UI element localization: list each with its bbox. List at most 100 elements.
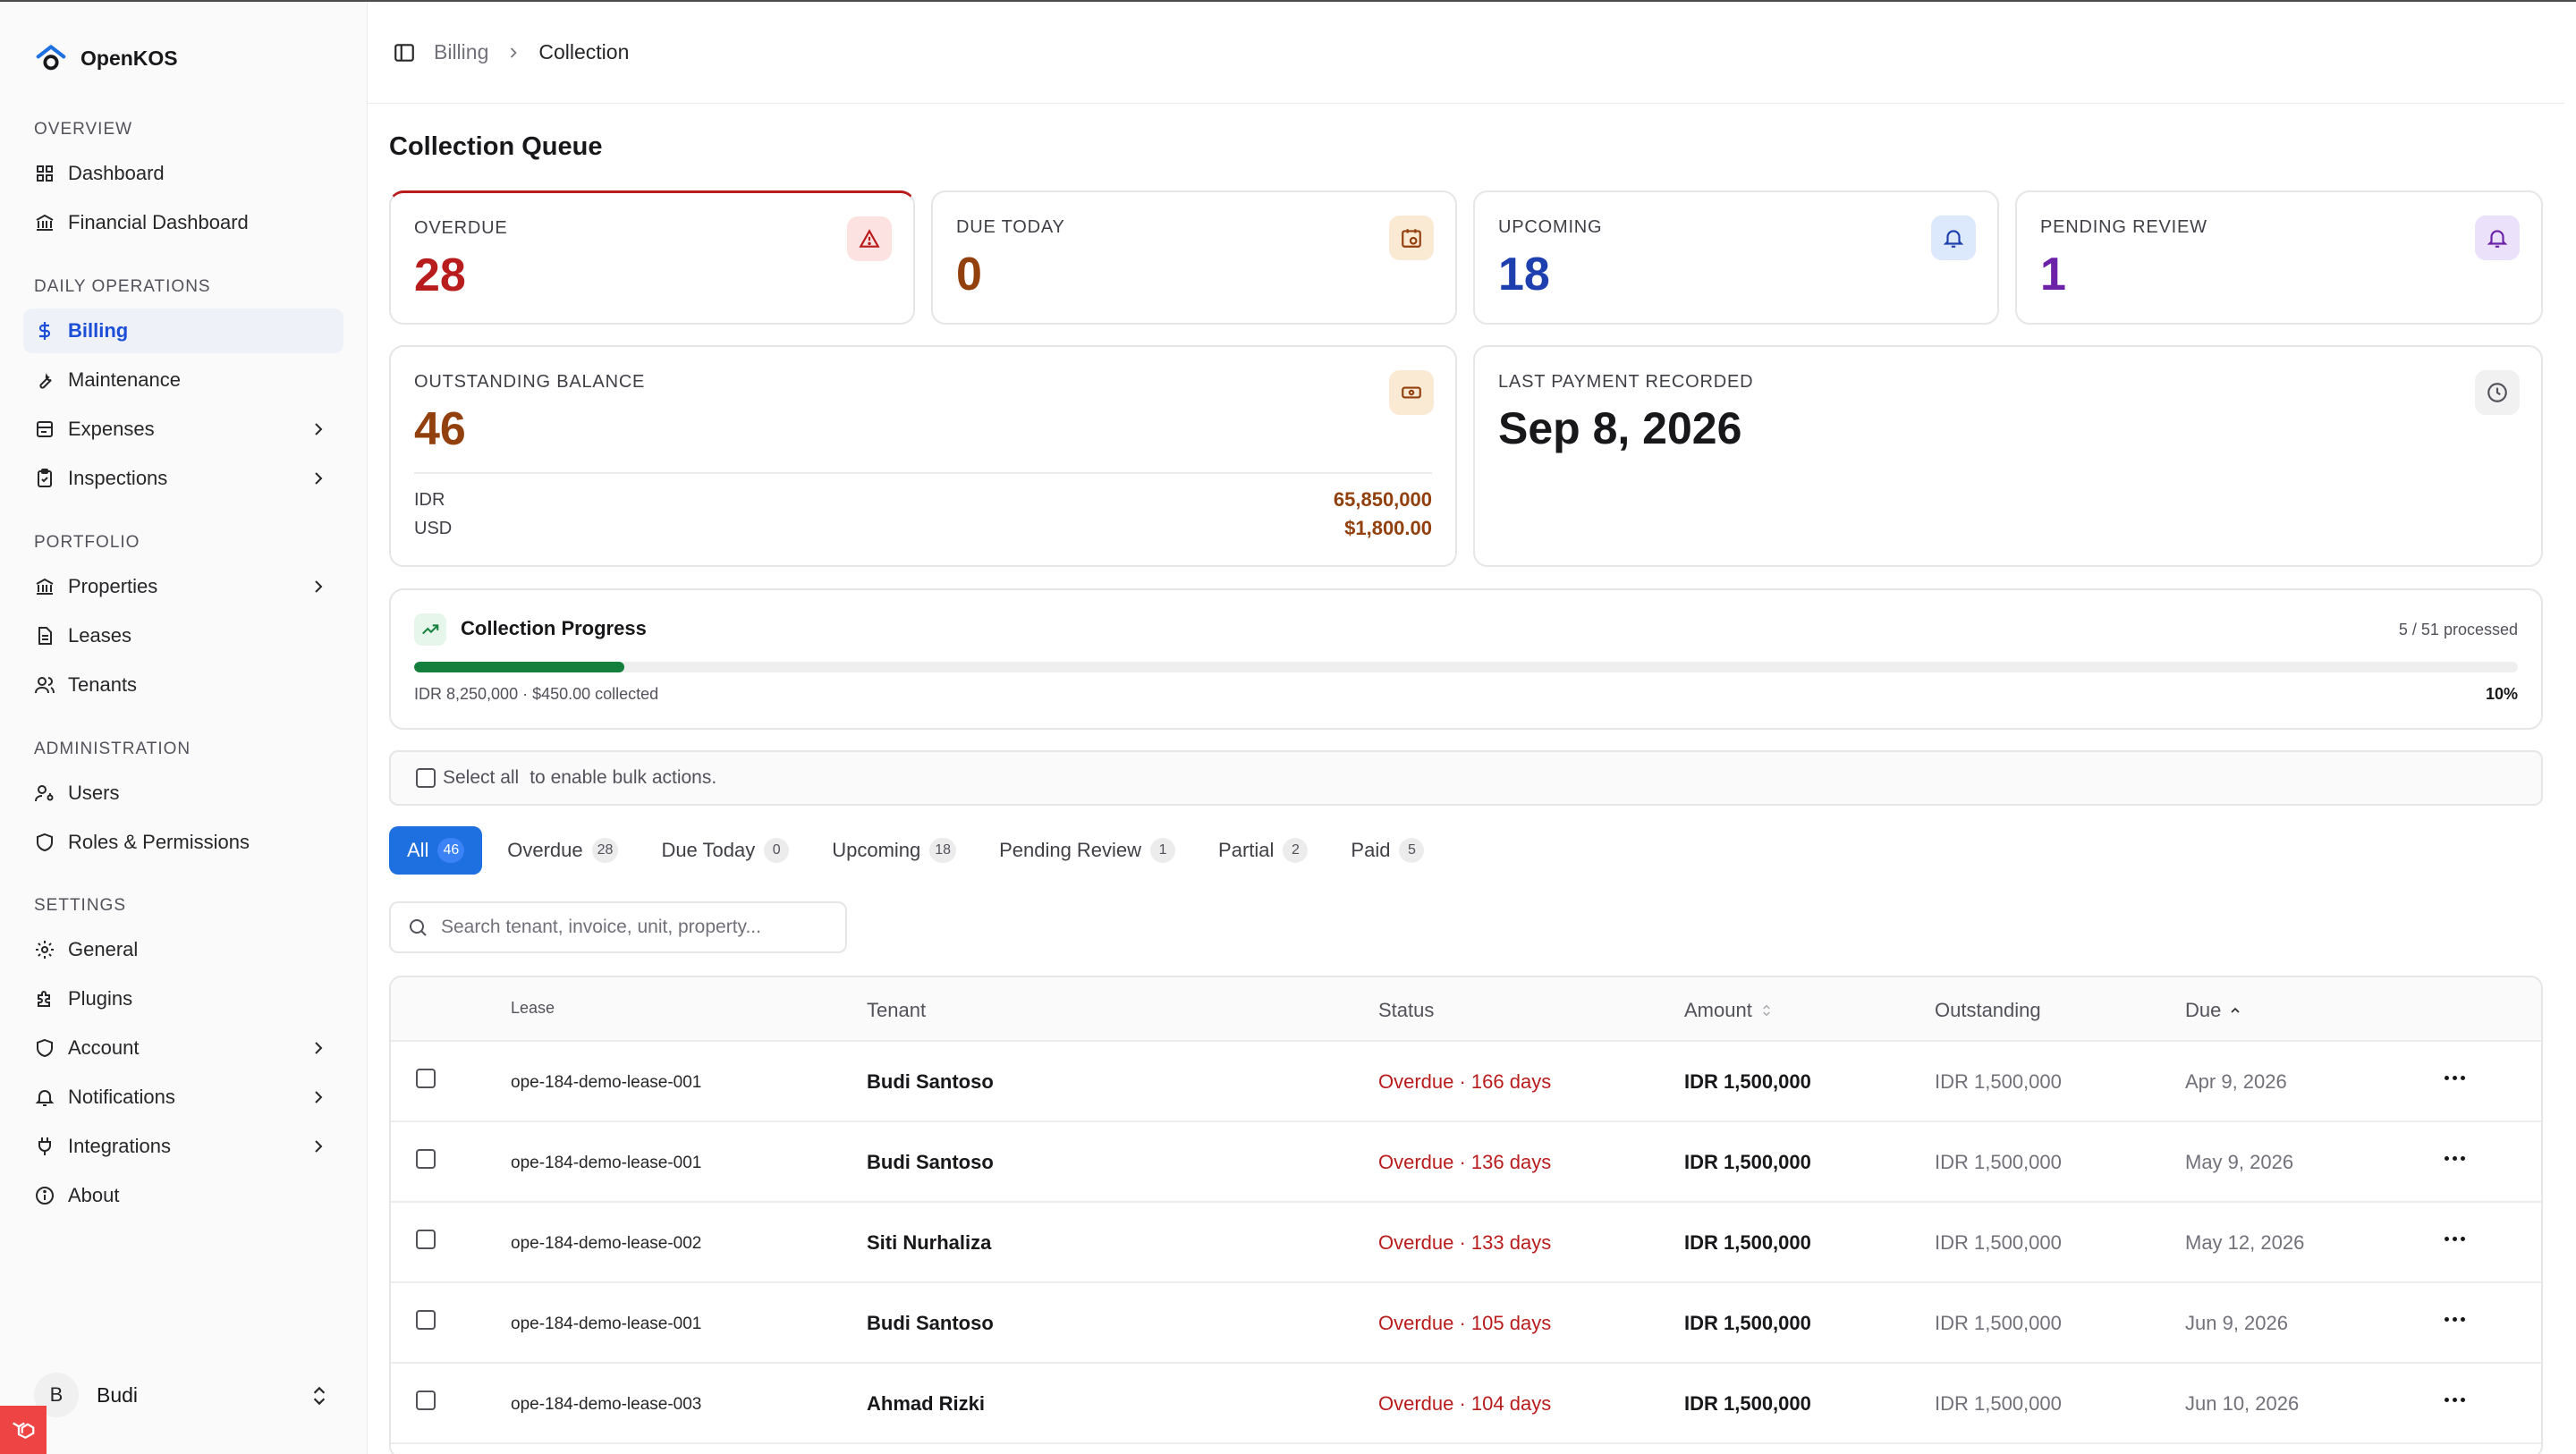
chevron-right-icon — [315, 580, 323, 593]
chevron-up-down-icon[interactable] — [308, 1384, 331, 1408]
sidebar-item-inspections[interactable]: Inspections — [23, 456, 343, 501]
column-header-due[interactable]: Due — [2185, 999, 2242, 1022]
tenant-name: Siti Nurhaliza — [867, 1231, 992, 1254]
sidebar-item-label: Expenses — [68, 418, 155, 440]
breadcrumb-billing[interactable]: Billing — [434, 40, 488, 64]
row-checkbox[interactable] — [416, 1391, 436, 1410]
stat-card-pending-review[interactable]: PENDING REVIEW 1 — [2015, 190, 2543, 325]
sidebar-item-label: Plugins — [68, 987, 133, 1010]
bell-icon — [2475, 216, 2520, 260]
tab-paid[interactable]: Paid 5 — [1333, 826, 1442, 875]
table-row[interactable]: ope-184-demo-lease-001 Budi Santoso Overdu… — [391, 1042, 2541, 1122]
sidebar-toggle-icon[interactable] — [393, 41, 416, 64]
chevron-right-icon — [511, 46, 518, 58]
row-checkbox[interactable] — [416, 1149, 436, 1169]
more-actions-icon[interactable] — [2445, 1398, 2466, 1405]
lease-id[interactable]: ope-184-demo-lease-001 — [511, 1315, 701, 1334]
tab-partial[interactable]: Partial 2 — [1200, 826, 1326, 875]
currency-usd-value: $1,800.00 — [1344, 517, 1432, 539]
stat-card-overdue[interactable]: OVERDUE 28 — [389, 190, 915, 325]
plug-icon — [34, 1136, 55, 1157]
sidebar-item-tenants[interactable]: Tenants — [23, 663, 343, 707]
stat-value: 18 — [1498, 249, 1550, 300]
amount-value: IDR 1,500,000 — [1684, 1070, 1811, 1093]
table-header: Lease Tenant Status Amount Outstanding D… — [391, 977, 2541, 1042]
more-actions-icon[interactable] — [2445, 1076, 2466, 1083]
sidebar-item-general[interactable]: General — [23, 927, 343, 972]
lease-id[interactable]: ope-184-demo-lease-001 — [511, 1073, 701, 1093]
lease-id[interactable]: ope-184-demo-lease-002 — [511, 1234, 701, 1254]
dollar-icon — [34, 320, 55, 342]
table-row[interactable]: ope-184-demo-lease-001 Budi Santoso Overdu… — [391, 1122, 2541, 1203]
sidebar-item-properties[interactable]: Properties — [23, 564, 343, 609]
sidebar-item-account[interactable]: Account — [23, 1026, 343, 1070]
status-badge: Overdue · 133 days — [1378, 1231, 1552, 1254]
more-actions-icon[interactable] — [2445, 1237, 2466, 1244]
bulk-hint: to enable bulk actions. — [530, 767, 717, 788]
sidebar-item-leases[interactable]: Leases — [23, 613, 343, 658]
sidebar-item-integrations[interactable]: Integrations — [23, 1124, 343, 1169]
info-icon — [34, 1185, 55, 1206]
section-overview: OVERVIEW — [34, 120, 133, 139]
openkos-logo-icon — [36, 45, 66, 71]
sidebar-item-billing[interactable]: Billing — [23, 309, 343, 353]
currency-usd-label: USD — [414, 519, 453, 538]
gear-icon — [34, 939, 55, 960]
chevron-right-icon — [315, 472, 323, 485]
more-actions-icon[interactable] — [2445, 1156, 2466, 1163]
column-header-label: Due — [2185, 999, 2222, 1021]
file-text-icon — [34, 625, 55, 647]
stat-label: OUTSTANDING BALANCE — [414, 372, 646, 392]
search-input[interactable] — [441, 917, 835, 938]
sidebar-item-dashboard[interactable]: Dashboard — [23, 151, 343, 196]
sidebar-item-plugins[interactable]: Plugins — [23, 976, 343, 1021]
laravel-logo-icon[interactable] — [0, 1406, 47, 1454]
currency-idr-value: 65,850,000 — [1333, 488, 1432, 511]
column-header-amount[interactable]: Amount — [1684, 999, 1774, 1022]
stat-card-outstanding-balance[interactable]: OUTSTANDING BALANCE 46 IDR 65,850,000 US… — [389, 345, 1457, 567]
tab-pending-review[interactable]: Pending Review 1 — [981, 826, 1193, 875]
row-checkbox[interactable] — [416, 1230, 436, 1249]
select-all-checkbox[interactable] — [416, 768, 436, 788]
banknote-icon — [1389, 370, 1434, 415]
sidebar-item-label: Integrations — [68, 1135, 171, 1157]
breadcrumb-current: Collection — [538, 40, 630, 63]
table-row[interactable]: ope-184-demo-lease-002 Siti Nurhaliza Over… — [391, 1203, 2541, 1283]
table-row[interactable]: ope-184-demo-lease-003 Ahmad Rizki Overdue… — [391, 1364, 2541, 1444]
select-all-label[interactable]: Select all — [443, 767, 519, 789]
sidebar-item-maintenance[interactable]: Maintenance — [23, 358, 343, 402]
row-checkbox[interactable] — [416, 1310, 436, 1330]
outstanding-value: IDR 1,500,000 — [1935, 1392, 2062, 1415]
sidebar-item-notifications[interactable]: Notifications — [23, 1075, 343, 1120]
sort-ascending-icon — [2231, 1007, 2240, 1013]
sidebar-item-label: Billing — [68, 319, 129, 342]
sidebar-item-label: Dashboard — [68, 162, 165, 184]
sidebar-item-about[interactable]: About — [23, 1173, 343, 1218]
more-actions-icon[interactable] — [2445, 1317, 2466, 1324]
lease-id[interactable]: ope-184-demo-lease-003 — [511, 1395, 701, 1415]
sidebar-item-expenses[interactable]: Expenses — [23, 407, 343, 452]
row-checkbox[interactable] — [416, 1069, 436, 1088]
tab-label: Upcoming — [832, 839, 921, 861]
sidebar-item-financial-dashboard[interactable]: Financial Dashboard — [23, 200, 343, 245]
stat-card-due-today[interactable]: DUE TODAY 0 — [931, 190, 1457, 325]
section-daily-operations: DAILY OPERATIONS — [34, 277, 211, 296]
tab-overdue[interactable]: Overdue 28 — [489, 826, 636, 875]
stat-card-last-payment[interactable]: LAST PAYMENT RECORDED Sep 8, 2026 — [1473, 345, 2543, 567]
tab-due-today[interactable]: Due Today 0 — [643, 826, 807, 875]
amount-value: IDR 1,500,000 — [1684, 1231, 1811, 1254]
tab-upcoming[interactable]: Upcoming 18 — [814, 826, 974, 875]
wrench-icon — [34, 369, 55, 391]
table-row[interactable]: ope-184-demo-lease-001 Budi Santoso Overdu… — [391, 1283, 2541, 1364]
sidebar-item-users[interactable]: Users — [23, 771, 343, 816]
sidebar-item-roles-permissions[interactable]: Roles & Permissions — [23, 820, 343, 865]
tab-count: 18 — [929, 838, 957, 863]
sidebar-item-label: Roles & Permissions — [68, 831, 250, 853]
app-logo[interactable]: OpenKOS — [34, 41, 178, 75]
due-date: Jun 10, 2026 — [2185, 1392, 2300, 1415]
tab-all[interactable]: All 46 — [389, 826, 483, 875]
column-header-tenant: Tenant — [867, 999, 927, 1021]
lease-id[interactable]: ope-184-demo-lease-001 — [511, 1154, 701, 1173]
user-menu[interactable]: B Budi — [34, 1373, 138, 1417]
stat-card-upcoming[interactable]: UPCOMING 18 — [1473, 190, 1999, 325]
